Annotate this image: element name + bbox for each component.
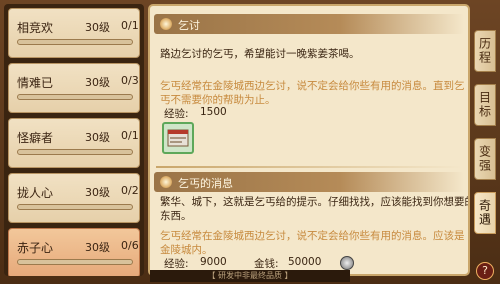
tab-goals[interactable]: 目标: [474, 84, 496, 126]
quest-name: 拢人心: [17, 186, 54, 200]
exp-label: 经验:: [164, 108, 189, 120]
quest-progress-bar: [17, 149, 133, 155]
quest-count: 0/2: [121, 184, 139, 197]
dev-notice-banner: 【 研发中非最终品质 】: [150, 270, 350, 282]
quest-progress-bar: [17, 39, 133, 45]
quest-level: 30级: [85, 21, 110, 34]
exp-label: 经验:: [164, 258, 189, 270]
divider: [156, 166, 462, 168]
quest-list: 相竞欢 30级 0/1 情难已 30级 0/3 怪癖者 30级 0/1 拢人心 …: [4, 4, 144, 276]
quest-description: 乞丐经常在金陵城西边乞讨，说不定会给你些有用的消息。应该是: [160, 230, 465, 242]
quest-objective: 路边乞讨的乞丐，希望能讨一晚紫姜茶喝。: [160, 48, 360, 60]
quest-item[interactable]: 情难已 30级 0/3: [8, 63, 140, 113]
section-title: 乞讨: [178, 19, 200, 32]
quest-item[interactable]: 怪癖者 30级 0/1: [8, 118, 140, 168]
tab-history[interactable]: 历程: [474, 30, 496, 72]
quest-count: 0/3: [121, 74, 139, 87]
quest-level: 30级: [85, 241, 110, 254]
quest-name: 相竞欢: [17, 21, 54, 35]
quest-item[interactable]: 相竞欢 30级 0/1: [8, 8, 140, 58]
quest-count: 0/1: [121, 19, 139, 32]
quest-name: 怪癖者: [17, 131, 54, 145]
gold-value: 50000: [288, 256, 322, 268]
tab-strengthen[interactable]: 变强: [474, 138, 496, 180]
quest-name: 赤子心: [17, 241, 54, 255]
quest-description: 丐不需要你的帮助为止。: [160, 94, 276, 106]
quest-description: 乞丐经常在金陵城西边乞讨，说不定会给你些有用的消息。直到乞: [160, 80, 465, 92]
quest-level: 30级: [85, 186, 110, 199]
exp-value: 9000: [200, 256, 227, 268]
quest-progress-bar: [17, 259, 133, 265]
quest-objective: 繁华、城下，这就是乞丐给的提示。仔细找找，应该能找到你想要的: [160, 196, 470, 208]
quest-level: 30级: [85, 76, 110, 89]
section-header: 乞讨: [154, 14, 464, 34]
quest-item-selected[interactable]: 赤子心 30级 0/6: [8, 228, 140, 276]
gold-label: 金钱:: [254, 258, 279, 270]
tab-adventure[interactable]: 奇遇: [474, 192, 496, 234]
quest-progress-bar: [17, 94, 133, 100]
quest-name: 情难已: [17, 76, 54, 90]
quest-count: 0/6: [121, 239, 139, 252]
silver-coin-icon: [340, 256, 354, 270]
bullet-icon: [160, 176, 172, 188]
quest-objective: 东西。: [160, 210, 192, 222]
quest-progress-bar: [17, 204, 133, 210]
section-header: 乞丐的消息: [154, 172, 464, 192]
scroll-item-icon[interactable]: [162, 122, 194, 154]
quest-item[interactable]: 拢人心 30级 0/2: [8, 173, 140, 223]
scroll-icon: [167, 129, 189, 147]
quest-level: 30级: [85, 131, 110, 144]
bullet-icon: [160, 18, 172, 30]
exp-value: 1500: [200, 106, 227, 118]
help-button[interactable]: ?: [476, 262, 494, 280]
quest-count: 0/1: [121, 129, 139, 142]
quest-detail-panel[interactable]: 乞讨 路边乞讨的乞丐，希望能讨一晚紫姜茶喝。 乞丐经常在金陵城西边乞讨，说不定会…: [148, 4, 470, 276]
section-title: 乞丐的消息: [178, 177, 233, 190]
quest-description: 金陵城内。: [160, 244, 213, 256]
